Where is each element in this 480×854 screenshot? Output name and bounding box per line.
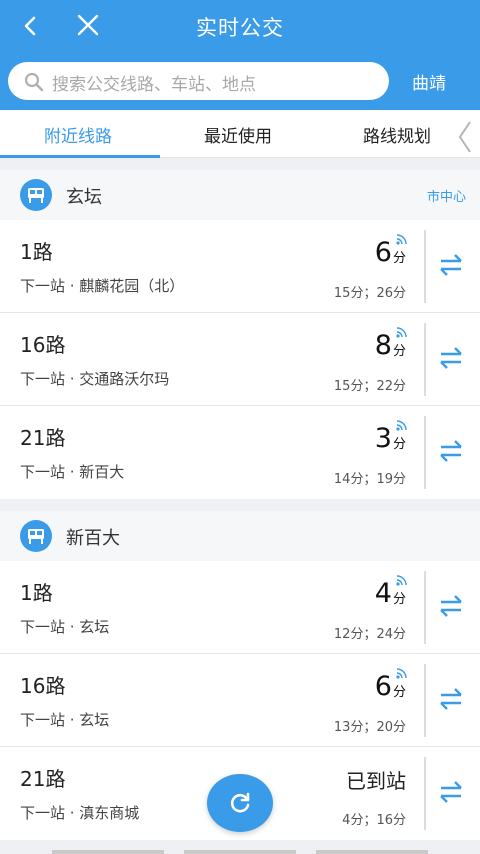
route-number: 1路	[20, 240, 53, 264]
arrival-times: 14分；19分	[333, 472, 406, 487]
bottom-scroll-indicator	[0, 850, 480, 854]
route-row[interactable]: 1路 下一站 · 玄坛 4分 12分；24分	[0, 561, 480, 654]
station-header[interactable]: 新百大	[0, 511, 480, 561]
route-number: 21路	[20, 767, 66, 791]
divider	[424, 230, 426, 303]
next-stop: 下一站 · 交通路沃尔玛	[20, 370, 170, 388]
tab-bar: 附近线路 最近使用 路线规划	[0, 110, 480, 158]
tab-route-planning[interactable]: 路线规划	[363, 122, 431, 147]
tab-nearby[interactable]: 附近线路	[44, 122, 112, 147]
route-list: 1路 下一站 · 麒麟花园（北） 6分 15分；26分 16路 下一站 · 交通…	[0, 220, 480, 499]
arrival-times: 15分；26分	[333, 286, 406, 301]
arrival-eta: 3分	[374, 423, 406, 454]
refresh-button[interactable]	[207, 774, 273, 832]
page-title: 实时公交	[196, 16, 284, 40]
arrival-eta: 6分	[374, 237, 406, 268]
next-stop: 下一站 · 滇东商城	[20, 804, 140, 822]
swap-direction-icon[interactable]	[438, 436, 464, 466]
tab-recent[interactable]: 最近使用	[204, 122, 272, 147]
search-icon	[24, 72, 44, 92]
search-input[interactable]: 搜索公交线路、车站、地点	[8, 62, 389, 100]
arrival-times: 15分；22分	[333, 379, 406, 394]
route-number: 21路	[20, 426, 66, 450]
swap-direction-icon[interactable]	[438, 343, 464, 373]
route-number: 16路	[20, 674, 66, 698]
swap-direction-icon[interactable]	[438, 591, 464, 621]
swap-direction-icon[interactable]	[438, 777, 464, 807]
divider	[424, 664, 426, 737]
next-stop: 下一站 · 新百大	[20, 463, 125, 481]
active-tab-indicator	[0, 155, 160, 158]
divider	[424, 757, 426, 830]
chevron-left-icon[interactable]	[456, 120, 474, 154]
station-region[interactable]: 市中心	[427, 186, 466, 205]
arrival-eta: 4分	[374, 578, 406, 609]
swap-direction-icon[interactable]	[438, 684, 464, 714]
arrival-times: 12分；24分	[333, 627, 406, 642]
route-number: 1路	[20, 581, 53, 605]
route-row[interactable]: 16路 下一站 · 玄坛 6分 13分；20分	[0, 654, 480, 747]
arrival-times: 4分；16分	[342, 813, 406, 828]
search-bar: 搜索公交线路、车站、地点 曲靖	[0, 52, 480, 110]
next-stop: 下一站 · 麒麟花园（北）	[20, 277, 185, 295]
swap-direction-icon[interactable]	[438, 250, 464, 280]
refresh-icon	[230, 792, 250, 813]
station-header[interactable]: 玄坛 市中心	[0, 170, 480, 220]
bus-stop-icon	[20, 520, 52, 552]
route-row[interactable]: 21路 下一站 · 新百大 3分 14分；19分	[0, 406, 480, 499]
arrival-times: 13分；20分	[333, 720, 406, 735]
arrival-status: 已到站	[346, 769, 406, 793]
city-selector[interactable]: 曲靖	[412, 69, 446, 94]
arrival-eta: 8分	[374, 330, 406, 361]
search-placeholder: 搜索公交线路、车站、地点	[52, 75, 256, 95]
route-number: 16路	[20, 333, 66, 357]
next-stop: 下一站 · 玄坛	[20, 711, 110, 729]
divider	[424, 571, 426, 644]
arrival-eta: 6分	[374, 671, 406, 702]
divider	[424, 323, 426, 396]
bus-stop-icon	[20, 179, 52, 211]
app-header: 实时公交	[0, 0, 480, 52]
station-name: 新百大	[66, 528, 120, 549]
route-row[interactable]: 1路 下一站 · 麒麟花园（北） 6分 15分；26分	[0, 220, 480, 313]
divider	[424, 416, 426, 489]
next-stop: 下一站 · 玄坛	[20, 618, 110, 636]
route-row[interactable]: 16路 下一站 · 交通路沃尔玛 8分 15分；22分	[0, 313, 480, 406]
station-name: 玄坛	[66, 187, 102, 208]
